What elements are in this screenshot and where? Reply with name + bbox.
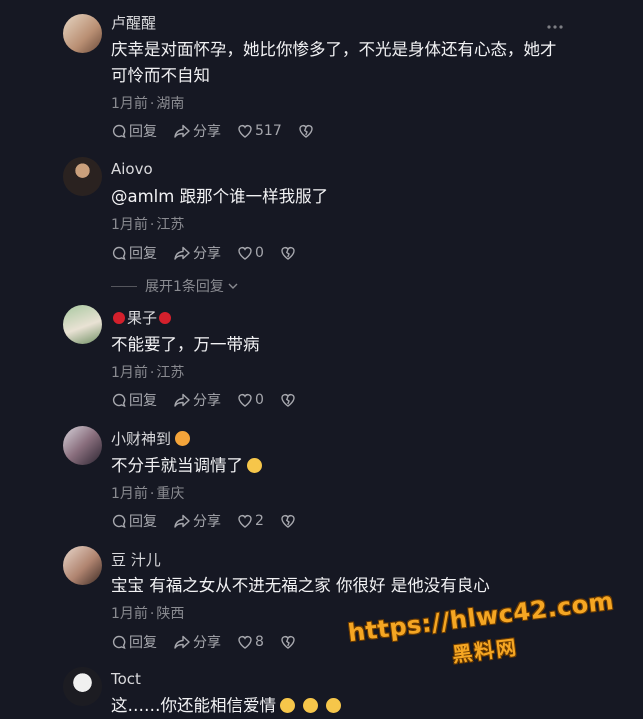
broken-heart-icon xyxy=(281,515,295,528)
comment-meta: 1月前 · 陕西 xyxy=(111,606,185,622)
watermark: https://hlwc42.com 黑料网 xyxy=(345,587,620,680)
comment-meta: 1月前 · 江苏 xyxy=(111,365,185,381)
reply-button[interactable]: 回复 xyxy=(111,632,157,652)
share-button[interactable]: 分享 xyxy=(173,243,221,263)
username[interactable]: Toct xyxy=(111,670,141,688)
avatar[interactable] xyxy=(63,305,102,344)
comment-meta: 1月前 · 重庆 xyxy=(111,486,185,502)
dislike-button[interactable] xyxy=(280,634,298,650)
comment-actions: 回复 分享 0 xyxy=(111,391,314,409)
laughing-emoji-icon xyxy=(247,458,262,473)
comment-time: 1月前 xyxy=(111,606,148,622)
comment-meta: 1月前 · 江苏 xyxy=(111,217,185,233)
chevron-down-icon xyxy=(228,283,238,289)
heart-icon xyxy=(238,636,252,649)
cherry-emoji-icon xyxy=(113,312,125,324)
heart-icon xyxy=(238,247,252,260)
username[interactable]: 果子 xyxy=(111,307,173,328)
reply-button[interactable]: 回复 xyxy=(111,390,157,410)
share-icon xyxy=(174,246,190,260)
heart-icon xyxy=(238,125,252,138)
like-button[interactable]: 2 xyxy=(237,513,264,529)
comment-location: 江苏 xyxy=(156,217,185,233)
broken-heart-icon xyxy=(281,247,295,260)
username[interactable]: 卢醒醒 xyxy=(111,12,156,33)
broken-heart-icon xyxy=(299,125,313,138)
comment-time: 1月前 xyxy=(111,96,148,112)
dislike-button[interactable] xyxy=(280,245,298,261)
dislike-button[interactable] xyxy=(298,123,316,139)
party-emoji-icon xyxy=(175,431,191,446)
like-button[interactable]: 0 xyxy=(237,245,264,261)
username[interactable]: 小财神到 xyxy=(111,428,194,449)
like-button[interactable]: 0 xyxy=(237,392,264,408)
like-count: 0 xyxy=(255,245,264,261)
comment-time: 1月前 xyxy=(111,365,148,381)
comment-meta: 1月前 · 湖南 xyxy=(111,96,185,112)
heart-icon xyxy=(238,515,252,528)
like-button[interactable]: 517 xyxy=(237,123,282,139)
like-count: 0 xyxy=(255,392,264,408)
like-button[interactable]: 8 xyxy=(237,634,264,650)
comment-time: 1月前 xyxy=(111,486,148,502)
share-icon xyxy=(174,635,190,649)
share-icon xyxy=(174,124,190,138)
cherry-emoji-icon xyxy=(159,312,172,324)
username[interactable]: 豆 汁儿 xyxy=(111,549,161,570)
comment-text: 庆幸是对面怀孕，她比你惨多了，不光是身体还有心态，她才可怜而不自知 xyxy=(111,40,557,85)
expand-replies-label: 展开1条回复 xyxy=(145,279,224,295)
avatar[interactable] xyxy=(63,426,102,465)
comment-location: 江苏 xyxy=(156,365,185,381)
comment-location: 湖南 xyxy=(156,96,185,112)
share-button[interactable]: 分享 xyxy=(173,511,221,531)
reply-icon xyxy=(112,514,126,529)
reply-button[interactable]: 回复 xyxy=(111,121,157,141)
username[interactable]: Aiovo xyxy=(111,160,153,178)
comment-actions: 回复 分享 517 xyxy=(111,122,332,140)
share-button[interactable]: 分享 xyxy=(173,632,221,652)
avatar[interactable] xyxy=(63,546,102,585)
dislike-button[interactable] xyxy=(280,513,298,529)
comment-text: 宝宝 有福之女从不进无福之家 你很好 是他没有良心 xyxy=(111,576,490,595)
share-button[interactable]: 分享 xyxy=(173,121,221,141)
broken-heart-icon xyxy=(281,394,295,407)
emoji-icon xyxy=(326,698,341,713)
reply-button[interactable]: 回复 xyxy=(111,243,157,263)
avatar[interactable] xyxy=(63,667,102,706)
share-icon xyxy=(174,393,190,407)
comment-text: @amlm 跟那个谁一样我服了 xyxy=(111,187,329,206)
more-options-icon[interactable] xyxy=(546,24,564,30)
share-icon xyxy=(174,514,190,528)
expand-replies-button[interactable]: 展开1条回复 xyxy=(111,276,239,296)
comment-location: 陕西 xyxy=(156,606,185,622)
comment-actions: 回复 分享 0 xyxy=(111,244,314,262)
reply-icon xyxy=(112,124,126,139)
reply-icon xyxy=(112,393,126,408)
avatar[interactable] xyxy=(63,14,102,53)
comment-actions: 回复 分享 2 xyxy=(111,512,314,530)
reply-button[interactable]: 回复 xyxy=(111,511,157,531)
broken-heart-icon xyxy=(281,636,295,649)
comment-text: 这……你还能相信爱情 xyxy=(111,693,571,719)
like-count: 8 xyxy=(255,634,264,650)
like-count: 2 xyxy=(255,513,264,529)
dislike-button[interactable] xyxy=(280,392,298,408)
emoji-icon xyxy=(303,698,318,713)
divider xyxy=(111,285,137,287)
avatar[interactable] xyxy=(63,157,102,196)
comment-text: 不能要了，万一带病 xyxy=(111,335,260,354)
heart-icon xyxy=(238,394,252,407)
emoji-icon xyxy=(280,698,295,713)
comment-location: 重庆 xyxy=(156,486,185,502)
share-button[interactable]: 分享 xyxy=(173,390,221,410)
comment-text: 不分手就当调情了 xyxy=(111,453,571,479)
comment-time: 1月前 xyxy=(111,217,148,233)
reply-icon xyxy=(112,246,126,261)
reply-icon xyxy=(112,635,126,650)
comment-actions: 回复 分享 8 xyxy=(111,633,314,651)
like-count: 517 xyxy=(255,123,282,139)
